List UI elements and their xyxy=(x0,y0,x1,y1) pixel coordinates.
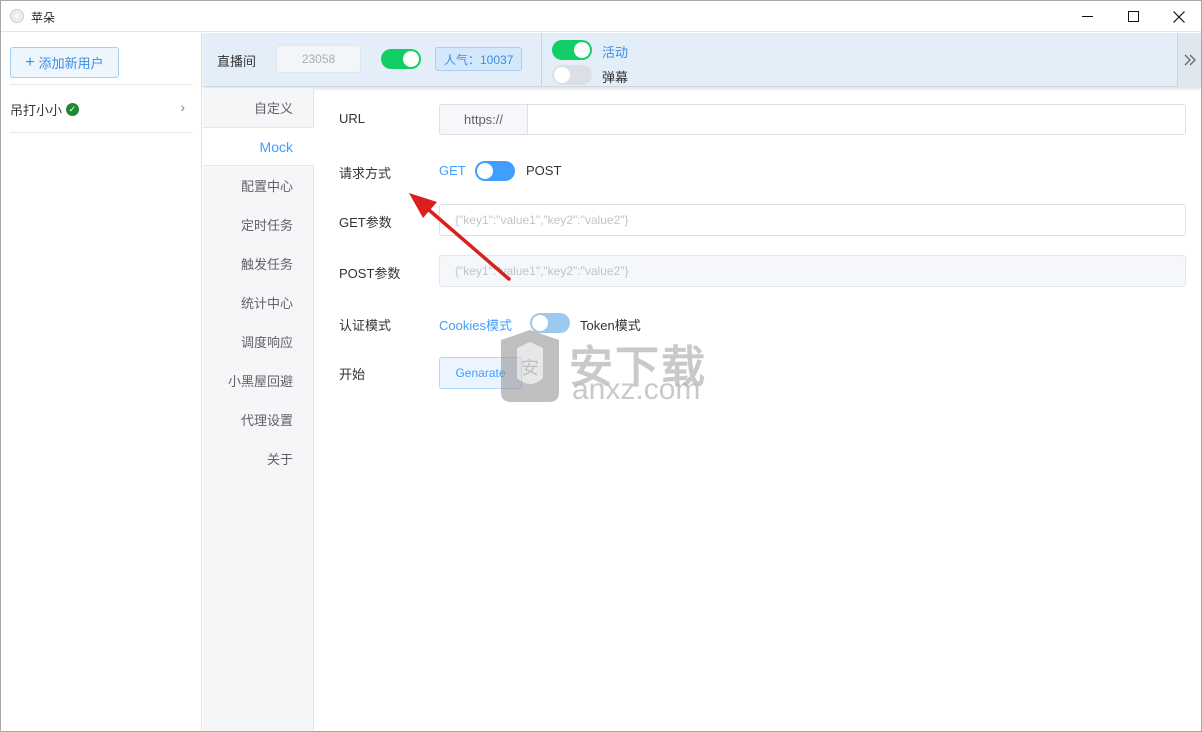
activity-toggle[interactable] xyxy=(552,40,592,60)
side-nav-menu: 自定义 Mock 配置中心 定时任务 触发任务 统计中心 调度响应 小黑屋回避 … xyxy=(203,88,314,731)
app-window: 苹朵 + 添加新用户 吊打小小 ✓ › 直播间 23058 人气：10037 活… xyxy=(0,0,1202,732)
method-post-option[interactable]: POST xyxy=(526,163,561,178)
post-params-label: POST参数 xyxy=(339,266,401,281)
maximize-icon xyxy=(1127,11,1139,22)
url-protocol-prefix: https:// xyxy=(439,104,528,135)
user-panel: + 添加新用户 吊打小小 ✓ › xyxy=(1,33,202,731)
watermark-url: anxz.com xyxy=(572,373,701,406)
nav-item-custom[interactable]: 自定义 xyxy=(203,88,314,127)
close-button[interactable] xyxy=(1156,1,1201,32)
plus-icon: + xyxy=(25,53,35,71)
activity-label: 活动 xyxy=(602,45,629,60)
post-params-input[interactable]: {"key1":"value1","key2":"value2"} xyxy=(439,255,1186,287)
window-title: 苹朵 xyxy=(31,11,56,25)
toolbar-divider xyxy=(541,33,542,87)
close-icon xyxy=(1173,10,1185,23)
nav-item-config-center[interactable]: 配置中心 xyxy=(203,166,314,205)
nav-item-statistics[interactable]: 统计中心 xyxy=(203,283,314,322)
method-get-option[interactable]: GET xyxy=(439,163,466,178)
auth-mode-label: 认证模式 xyxy=(339,318,392,333)
minimize-button[interactable] xyxy=(1064,1,1110,32)
toggle-knob xyxy=(477,163,493,179)
watermark-shield-char: 安 xyxy=(521,358,539,379)
annotation-arrow-icon xyxy=(409,193,511,281)
nav-item-about[interactable]: 关于 xyxy=(203,439,314,478)
toggle-knob xyxy=(574,42,590,58)
room-connect-toggle[interactable] xyxy=(381,49,421,69)
chevron-right-icon: › xyxy=(180,99,185,115)
get-params-label: GET参数 xyxy=(339,215,392,230)
nav-item-scheduled-tasks[interactable]: 定时任务 xyxy=(203,205,314,244)
verified-check-icon: ✓ xyxy=(66,102,80,116)
maximize-button[interactable] xyxy=(1110,1,1156,32)
room-number-input[interactable]: 23058 xyxy=(276,45,361,73)
popularity-badge: 人气：10037 xyxy=(435,47,523,71)
url-input[interactable] xyxy=(527,104,1186,135)
add-user-button[interactable]: + 添加新用户 xyxy=(10,47,119,78)
minimize-icon xyxy=(1081,16,1093,17)
live-room-toolbar: 直播间 23058 人气：10037 活动 弹幕 xyxy=(203,33,1201,87)
toggle-knob xyxy=(554,67,570,83)
title-bar: 苹朵 xyxy=(1,1,1201,32)
room-label: 直播间 xyxy=(217,54,257,69)
url-label: URL xyxy=(339,111,366,126)
start-label: 开始 xyxy=(339,367,366,382)
get-params-input[interactable]: {"key1":"value1","key2":"value2"} xyxy=(439,204,1186,236)
nav-item-dispatch-response[interactable]: 调度响应 xyxy=(203,322,314,361)
user-list-item[interactable]: 吊打小小 ✓ › xyxy=(10,97,193,121)
nav-item-trigger-tasks[interactable]: 触发任务 xyxy=(203,244,314,283)
nav-item-proxy-settings[interactable]: 代理设置 xyxy=(203,400,314,439)
method-label: 请求方式 xyxy=(339,166,392,181)
method-toggle[interactable] xyxy=(475,161,515,181)
nav-item-blacklist-avoid[interactable]: 小黑屋回避 xyxy=(203,361,314,400)
toggle-knob xyxy=(403,51,419,67)
panel-divider xyxy=(10,132,193,133)
app-logo-icon xyxy=(10,9,24,23)
danmu-label: 弹幕 xyxy=(602,70,629,85)
danmu-toggle[interactable] xyxy=(552,65,592,85)
panel-divider xyxy=(10,84,193,85)
double-chevron-right-icon xyxy=(1184,54,1196,66)
user-name: 吊打小小 xyxy=(10,102,63,118)
nav-item-mock[interactable]: Mock xyxy=(203,127,314,166)
expand-panel-button[interactable] xyxy=(1177,33,1201,87)
watermark-shield-icon: 安 xyxy=(501,330,559,402)
add-user-label: 添加新用户 xyxy=(38,56,104,71)
